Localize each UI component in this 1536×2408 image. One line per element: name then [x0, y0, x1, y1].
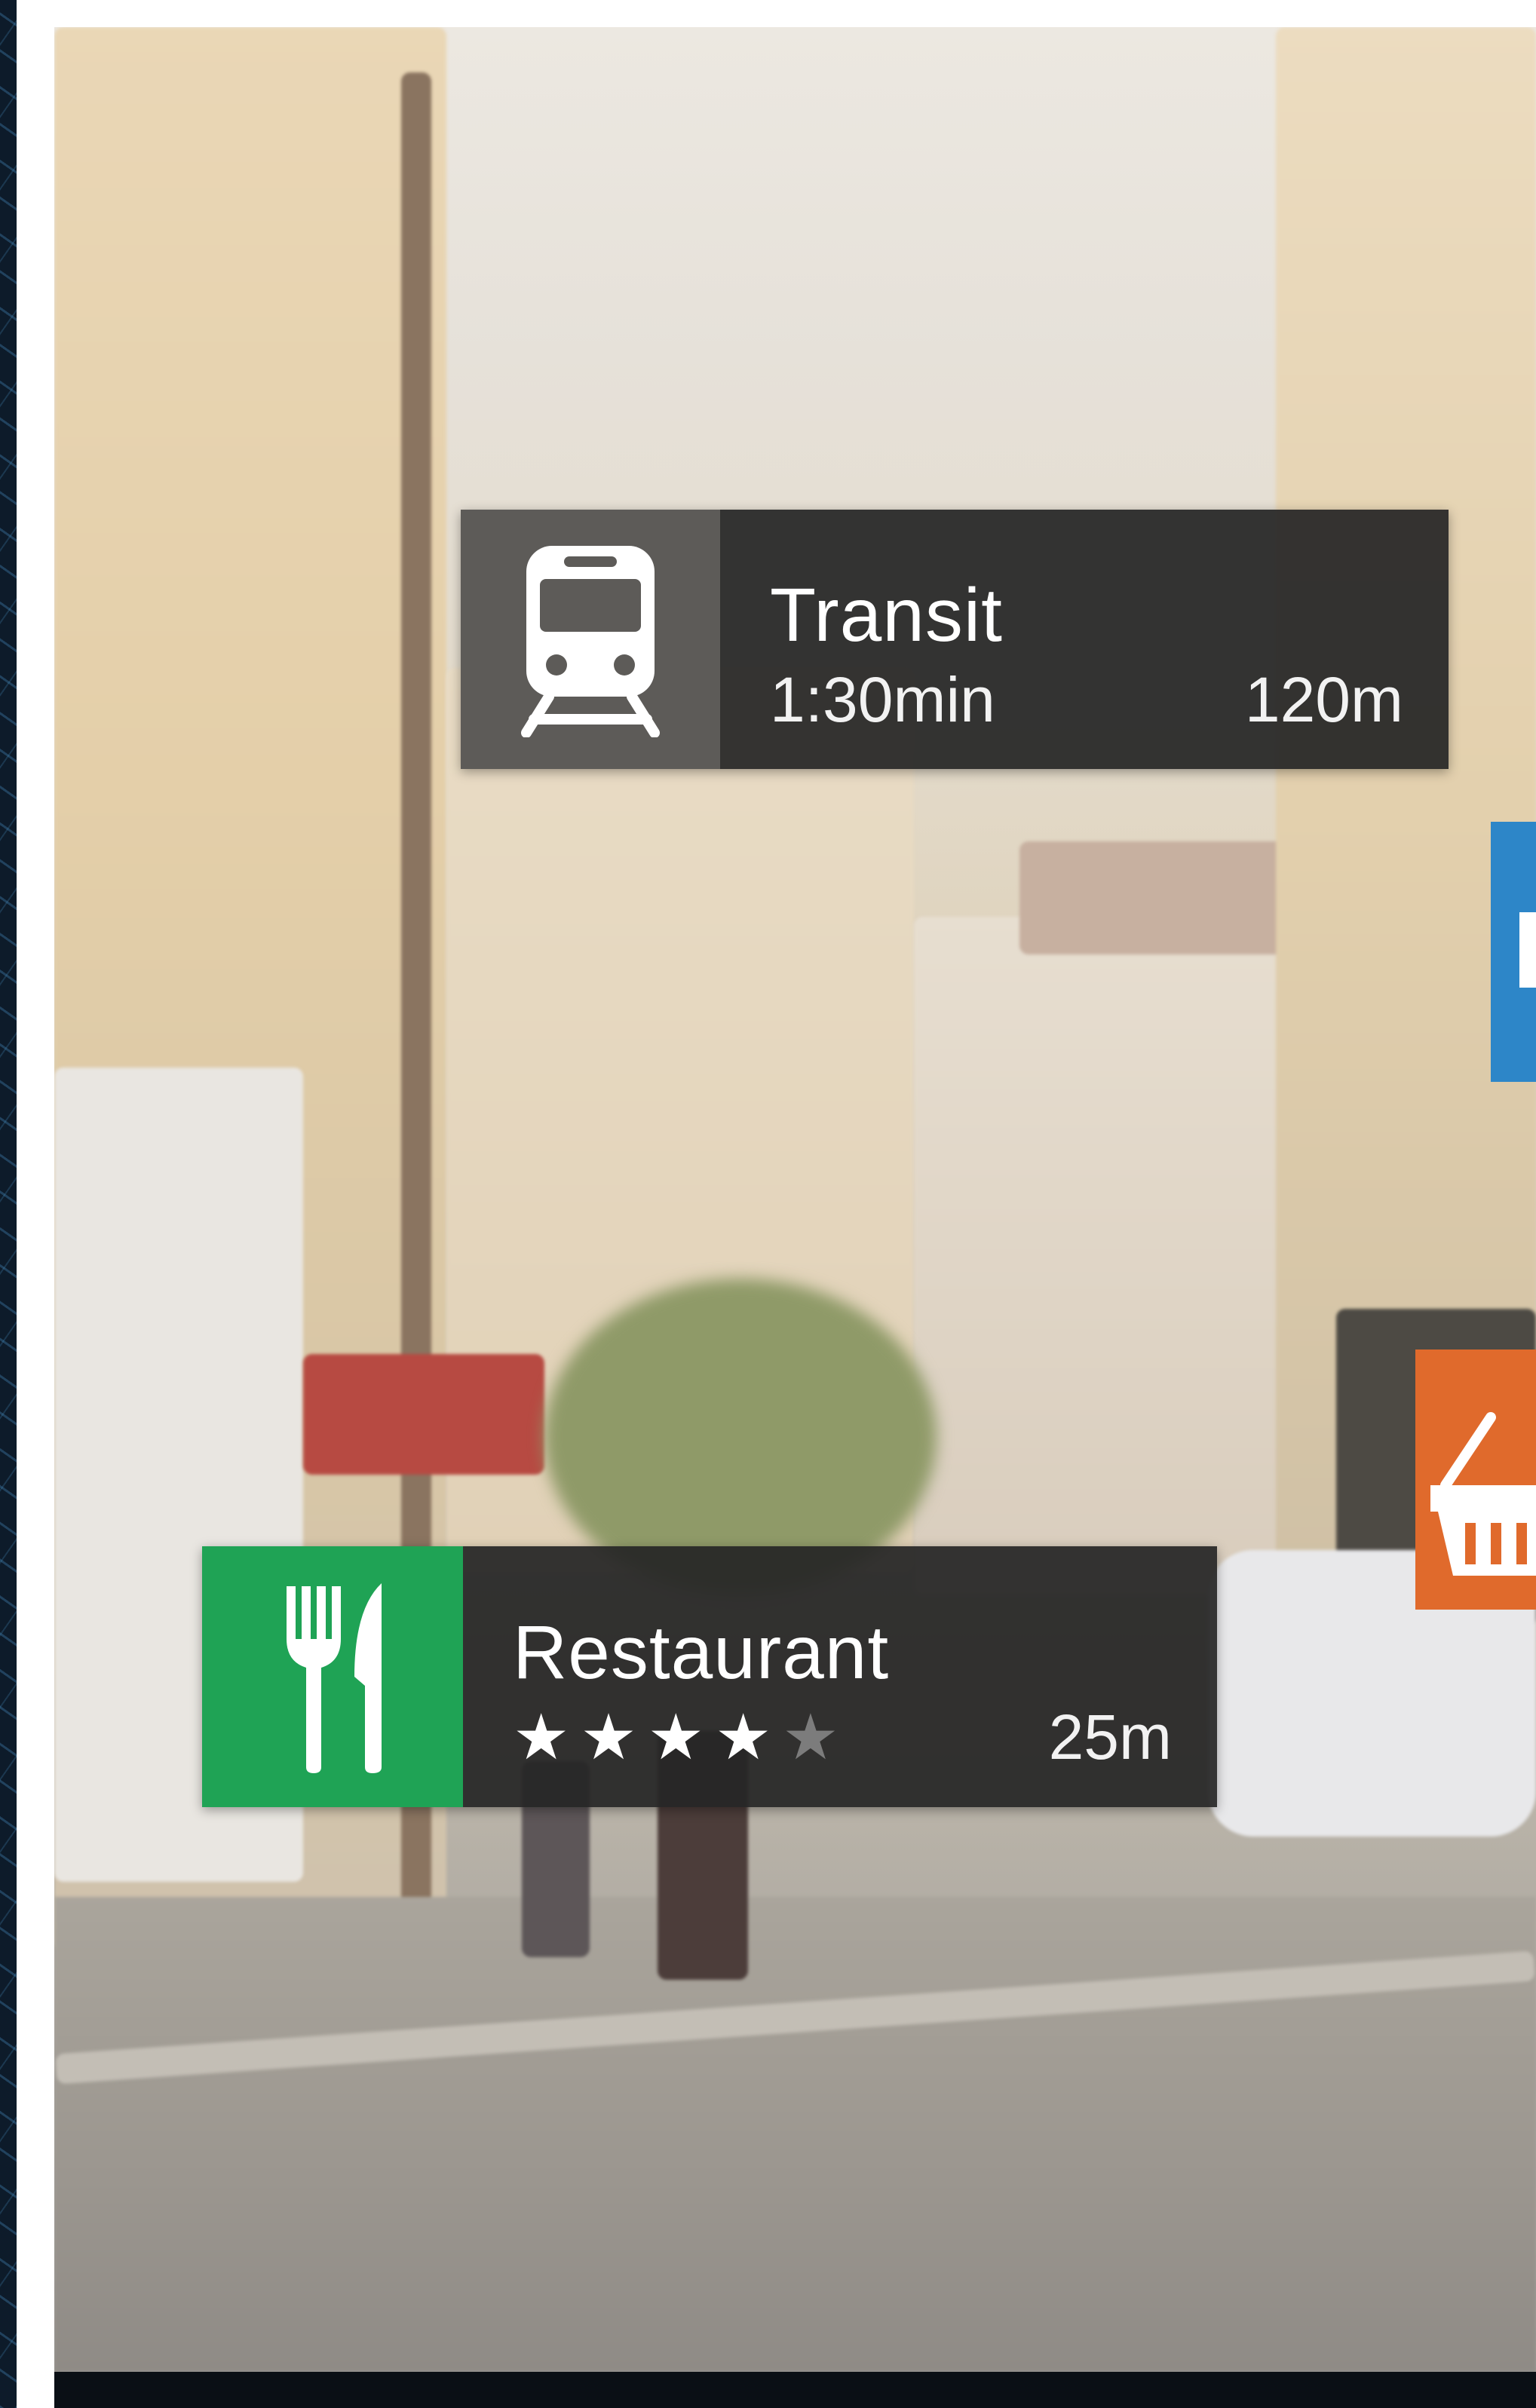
rating-stars: ★ ★ ★ ★ ★: [513, 1705, 839, 1769]
transit-distance: 120m: [1244, 664, 1403, 735]
shopping-basket-icon: [1430, 1412, 1536, 1576]
restaurant-details: ★ ★ ★ ★ ★ 25m: [513, 1705, 1172, 1769]
star-filled-icon: ★: [647, 1702, 704, 1772]
street-scene-background: [54, 27, 1536, 2372]
transit-info: Transit 1:30min 120m: [720, 510, 1449, 769]
transit-title: Transit: [770, 573, 1003, 657]
transit-details: 1:30min 120m: [770, 668, 1403, 731]
transit-duration: 1:30min: [770, 664, 995, 735]
fork-knife-icon: [287, 1583, 382, 1773]
restaurant-distance: 25m: [1048, 1702, 1172, 1772]
decorative-map-strip: [0, 0, 17, 2408]
restaurant-poi-card[interactable]: Restaurant ★ ★ ★ ★ ★ 25m: [202, 1546, 1217, 1807]
bottom-bar: [54, 2372, 1536, 2408]
restaurant-icon-box: [202, 1546, 463, 1807]
restaurant-info: Restaurant ★ ★ ★ ★ ★ 25m: [463, 1546, 1217, 1807]
transit-poi-card[interactable]: Transit 1:30min 120m: [461, 510, 1449, 769]
star-filled-icon: ★: [714, 1702, 772, 1772]
transit-icon-box: [461, 510, 720, 769]
ar-viewport: Transit 1:30min 120m Restaurant ★ ★ ★ ★ …: [0, 0, 1536, 2408]
star-empty-icon: ★: [782, 1702, 839, 1772]
star-filled-icon: ★: [580, 1702, 637, 1772]
restaurant-title: Restaurant: [513, 1610, 890, 1695]
info-poi-card-partial[interactable]: [1491, 822, 1536, 1082]
star-filled-icon: ★: [513, 1702, 570, 1772]
info-icon: [1519, 912, 1536, 988]
shop-poi-card-partial[interactable]: [1415, 1350, 1536, 1610]
train-icon: [521, 546, 660, 737]
